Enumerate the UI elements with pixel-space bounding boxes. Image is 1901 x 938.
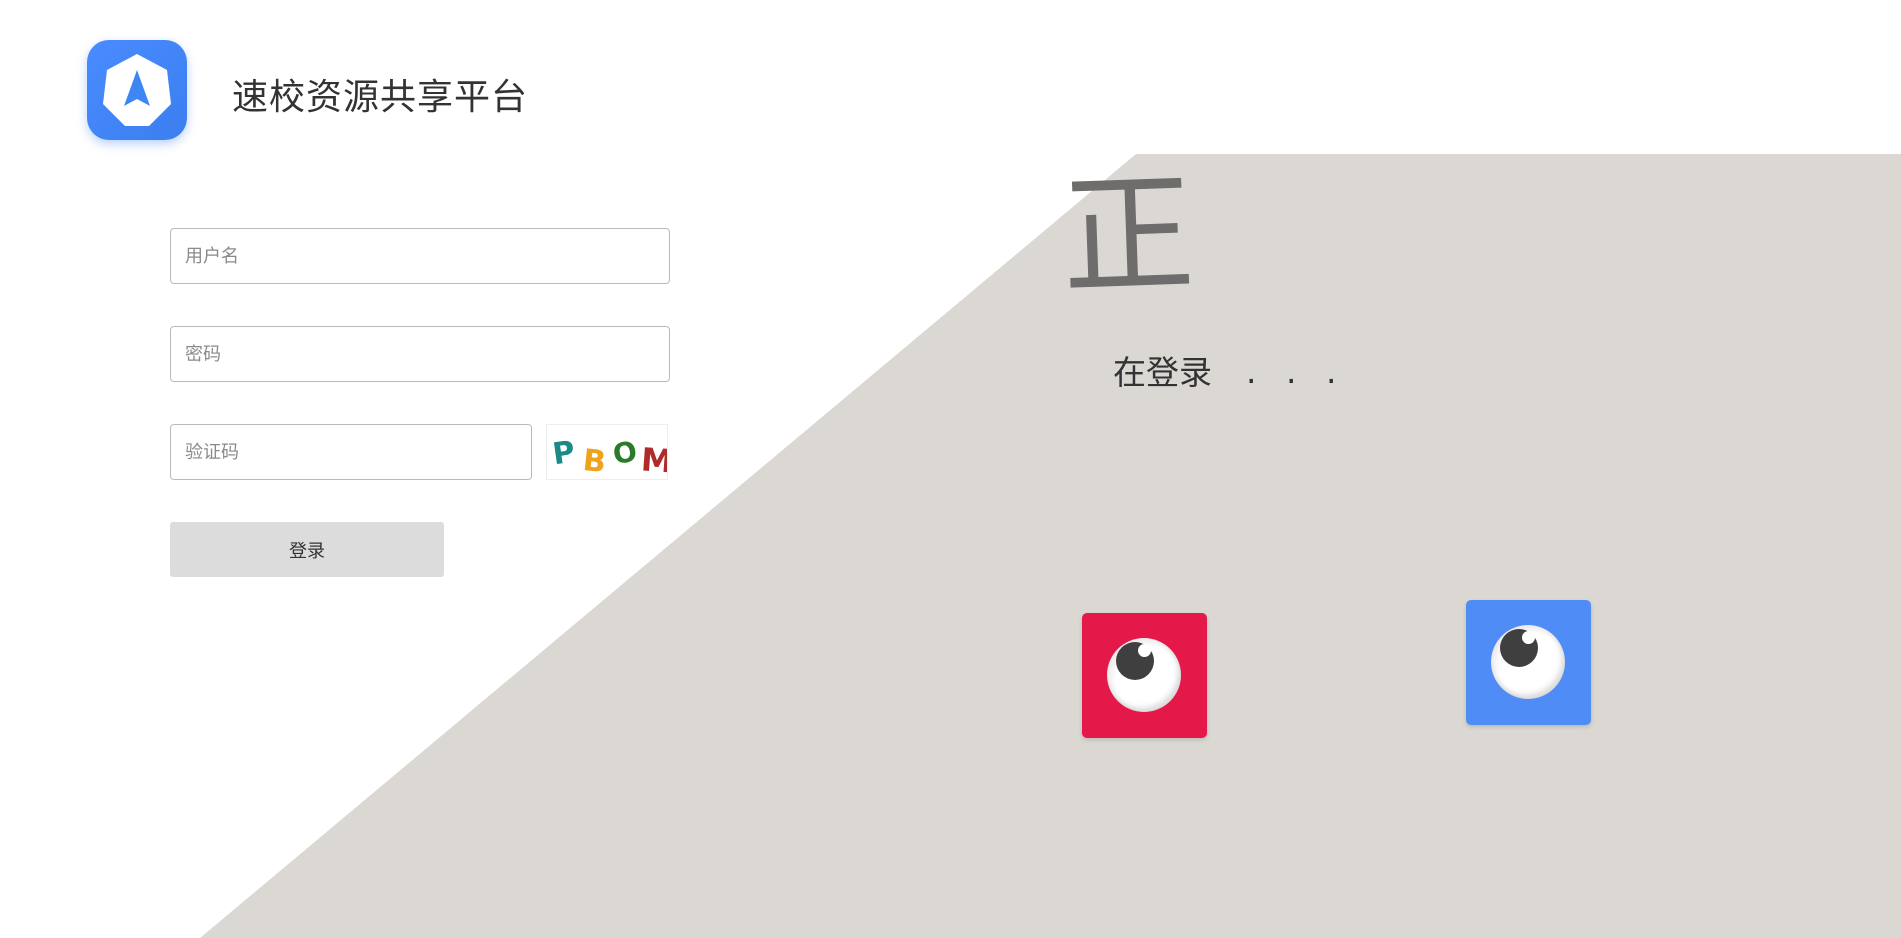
loading-dot: . [1246,352,1257,391]
captcha-char-2: B [581,443,607,480]
loading-dot: . [1286,352,1297,391]
loading-dots: ... [1246,352,1366,391]
password-input[interactable] [170,326,670,382]
login-page: 速校资源共享平台 P B O M 登录 正 在登录 ... [0,0,1901,938]
pupil-glint [1138,644,1151,657]
login-button[interactable]: 登录 [170,522,444,577]
eyeball [1491,625,1565,699]
captcha-char-4: M [640,440,668,480]
blue-eye-character [1466,600,1591,725]
username-input[interactable] [170,228,670,284]
captcha-graphic: P B O M [550,434,668,480]
pupil-glint [1522,631,1535,644]
loading-text: 在登录 [1113,353,1212,392]
red-eye-character [1082,613,1207,738]
captcha-char-1: P [550,435,577,473]
eyeball [1107,638,1181,712]
captcha-char-3: O [610,434,639,471]
pupil [1500,629,1538,667]
loading-big-char: 正 [1059,156,1197,316]
app-logo [87,40,187,140]
navigation-arrow-icon [103,54,171,126]
loading-dot: . [1326,352,1337,391]
pupil [1116,642,1154,680]
captcha-input[interactable] [170,424,532,480]
app-title: 速校资源共享平台 [232,77,529,118]
captcha-image[interactable]: P B O M [546,424,668,480]
